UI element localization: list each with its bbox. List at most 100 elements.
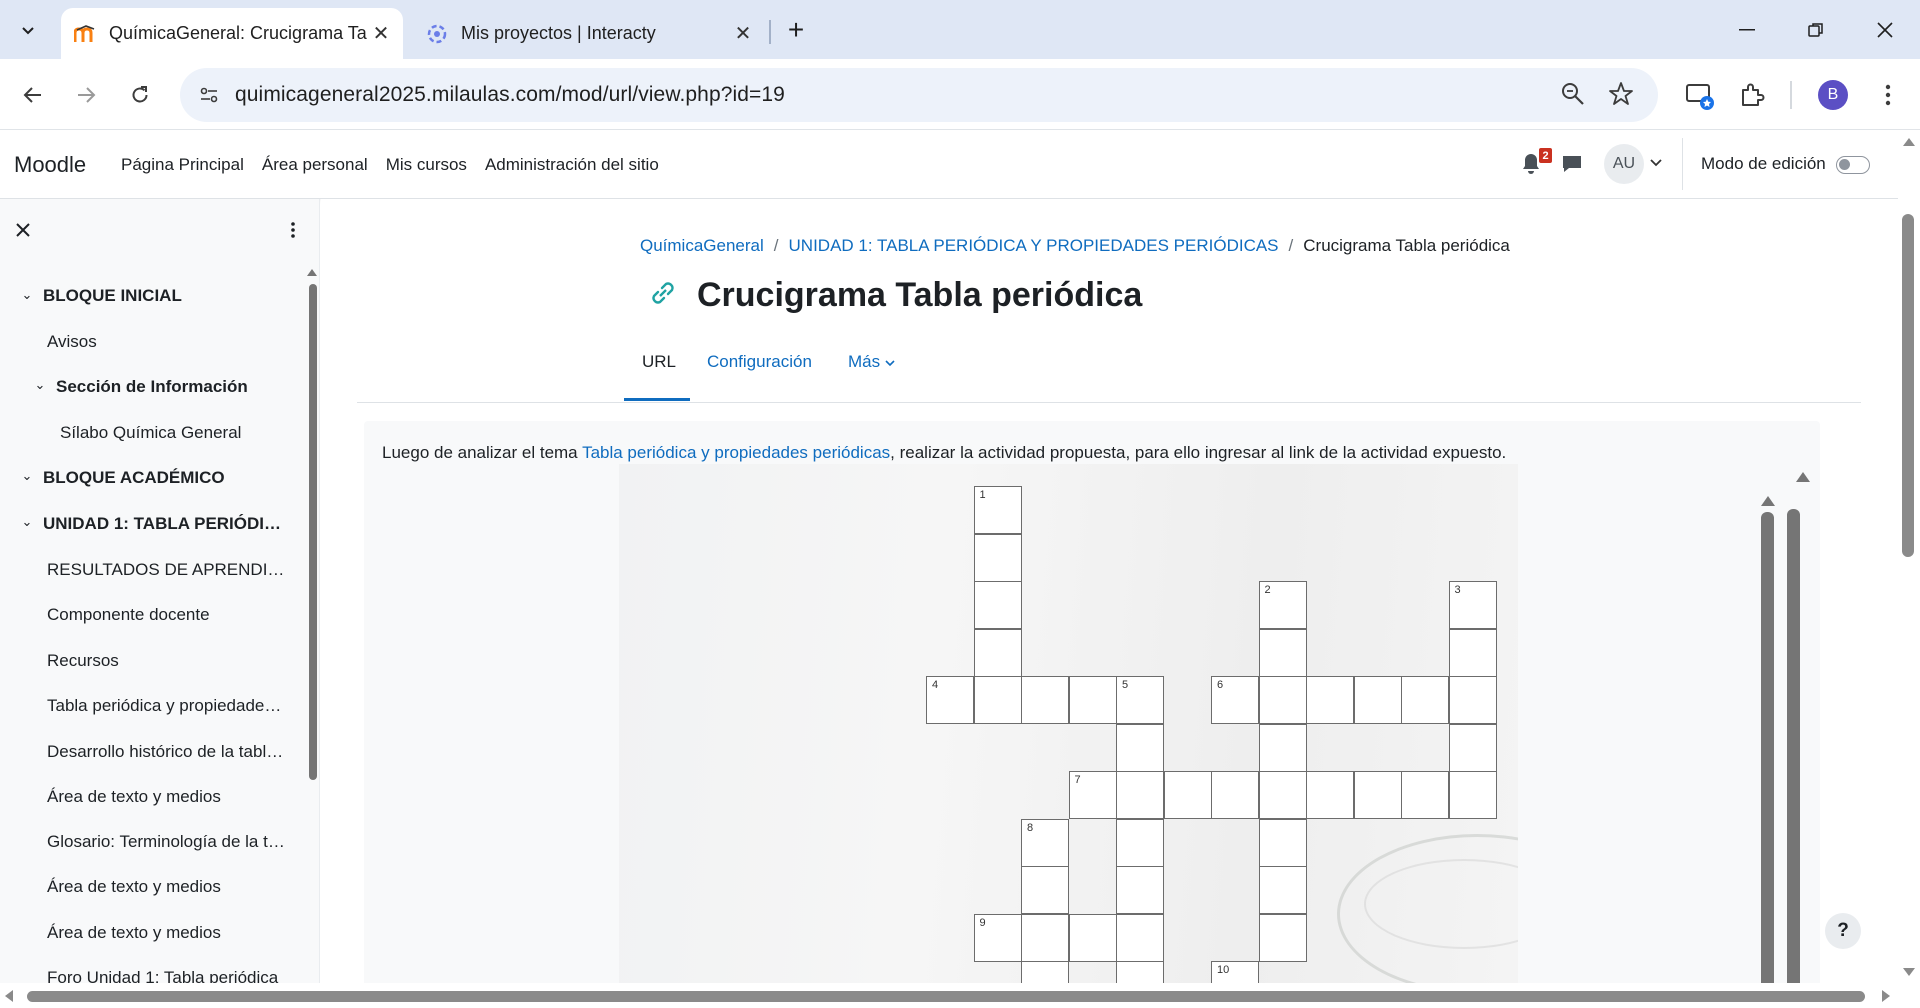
browser-tab[interactable]: Mis proyectos | Interacty ✕	[413, 8, 765, 59]
course-index-item[interactable]: Avisos	[47, 332, 297, 352]
crossword-cell[interactable]	[1021, 961, 1069, 983]
crossword-cell[interactable]	[1353, 676, 1402, 724]
course-index-item[interactable]: Área de texto y medios	[47, 923, 287, 943]
crossword-cell[interactable]	[1068, 913, 1117, 962]
crossword-cell[interactable]: 5	[1116, 676, 1164, 724]
crossword-cell[interactable]	[1021, 866, 1069, 914]
crossword-cell[interactable]	[1258, 818, 1307, 867]
subsection-expand-chevron-icon[interactable]: ⌄	[33, 377, 47, 393]
tab-mas[interactable]: Más	[848, 352, 895, 372]
course-index-options-icon[interactable]	[283, 219, 303, 241]
crossword-cell[interactable]	[1258, 723, 1307, 772]
course-index-item[interactable]: Componente docente	[47, 605, 287, 625]
edit-mode-toggle[interactable]	[1836, 156, 1870, 174]
horizontal-scrollbar-thumb[interactable]	[27, 991, 1865, 1002]
crossword-cell[interactable]	[1116, 913, 1164, 962]
breadcrumb-course-link[interactable]: QuímicaGeneral	[640, 236, 764, 255]
scroll-right-arrow-icon[interactable]	[1882, 990, 1890, 1002]
crossword-cell[interactable]	[1021, 676, 1069, 724]
crossword-cell[interactable]	[1401, 676, 1449, 724]
crossword-cell[interactable]	[1353, 771, 1402, 819]
user-avatar[interactable]: AU	[1604, 144, 1644, 184]
user-menu-chevron-icon[interactable]	[1650, 156, 1662, 170]
tab-url[interactable]: URL	[642, 352, 676, 372]
crossword-cell[interactable]: 2	[1258, 581, 1307, 629]
site-info-icon[interactable]	[196, 82, 222, 108]
crossword-cell[interactable]: 6	[1211, 676, 1259, 724]
tab-configuracion[interactable]: Configuración	[707, 352, 812, 372]
site-brand[interactable]: Moodle	[14, 152, 86, 178]
reload-icon[interactable]	[120, 75, 160, 115]
page-scrollbar-thumb[interactable]	[1902, 214, 1914, 557]
section-expand-chevron-icon[interactable]: ⌄	[20, 514, 34, 530]
crossword-cell[interactable]: 8	[1021, 818, 1069, 867]
crossword-cell[interactable]	[1258, 771, 1307, 819]
restore-icon[interactable]	[1793, 10, 1839, 50]
crossword-cell[interactable]	[1448, 723, 1497, 772]
crossword-cell[interactable]: 9	[973, 913, 1022, 962]
address-bar[interactable]: quimicageneral2025.milaulas.com/mod/url/…	[180, 68, 1658, 122]
crossword-cell[interactable]	[1116, 866, 1164, 914]
crossword-cell[interactable]	[1068, 676, 1117, 724]
crossword-cell[interactable]	[1116, 723, 1164, 772]
crossword-cell[interactable]	[973, 581, 1022, 629]
crossword-cell[interactable]: 10	[1211, 961, 1259, 983]
crossword-cell[interactable]: 4	[926, 676, 974, 724]
crossword-cell[interactable]	[1258, 676, 1307, 724]
course-index-section[interactable]: UNIDAD 1: TABLA PERIÓDICA Y PROPIEDADES …	[43, 514, 287, 534]
crossword-cell[interactable]	[1116, 961, 1164, 983]
browser-menu-kebab-icon[interactable]	[1870, 77, 1906, 113]
nav-link-home[interactable]: Página Principal	[121, 155, 244, 175]
course-index-item[interactable]: Sílabo Química General	[60, 423, 296, 443]
crossword-cell[interactable]	[1448, 771, 1497, 819]
new-tab-plus-icon[interactable]: +	[780, 14, 812, 46]
course-index-item[interactable]: Glosario: Terminología de la tabla perió…	[47, 832, 287, 852]
crossword-cell[interactable]	[1306, 771, 1354, 819]
crossword-cell[interactable]	[1211, 771, 1259, 819]
inner-frame-scroll-up-arrow-icon[interactable]	[1761, 496, 1775, 506]
extensions-puzzle-icon[interactable]	[1734, 77, 1770, 113]
zoom-icon[interactable]	[1560, 81, 1588, 109]
crossword-cell[interactable]	[1163, 771, 1212, 819]
intro-topic-link[interactable]: Tabla periódica y propiedades periódicas	[582, 443, 890, 462]
course-index-item[interactable]: Tabla periódica y propiedades periódicas	[47, 696, 287, 716]
course-index-item[interactable]: Recursos	[47, 651, 287, 671]
bookmark-star-icon[interactable]	[1608, 81, 1636, 109]
course-index-section[interactable]: BLOQUE INICIAL	[43, 286, 293, 306]
drawer-scroll-up-arrow-icon[interactable]	[307, 269, 317, 276]
crossword-cell[interactable]	[973, 533, 1022, 582]
section-expand-chevron-icon[interactable]: ⌄	[20, 468, 34, 484]
course-index-item[interactable]: Desarrollo histórico de la tabla periódi…	[47, 742, 287, 762]
scroll-left-arrow-icon[interactable]	[5, 990, 13, 1002]
close-tab-icon[interactable]: ✕	[729, 20, 757, 48]
crossword-cell[interactable]	[1021, 913, 1069, 962]
course-index-section[interactable]: BLOQUE ACADÉMICO	[43, 468, 293, 488]
tab-search-chevron-icon[interactable]	[10, 12, 46, 48]
scroll-up-arrow-icon[interactable]	[1903, 138, 1915, 146]
course-index-item[interactable]: RESULTADOS DE APRENDIZAJE	[47, 560, 287, 580]
crossword-cell[interactable]	[973, 676, 1022, 724]
nav-link-site-admin[interactable]: Administración del sitio	[485, 155, 659, 175]
section-expand-chevron-icon[interactable]: ⌄	[20, 287, 34, 303]
crossword-cell[interactable]: 3	[1448, 581, 1497, 629]
crossword-cell[interactable]	[1401, 771, 1449, 819]
crossword-cell[interactable]	[1448, 628, 1497, 677]
crossword-cell[interactable]	[1448, 676, 1497, 724]
crossword-cell[interactable]	[973, 628, 1022, 677]
close-tab-icon[interactable]: ✕	[367, 20, 395, 48]
course-index-subsection[interactable]: Sección de Información	[56, 377, 296, 397]
browser-tab-active[interactable]: QuímicaGeneral: Crucigrama Tabla periódi…	[61, 8, 403, 59]
cast-extension-icon[interactable]	[1682, 77, 1718, 113]
close-window-icon[interactable]	[1862, 10, 1908, 50]
crossword-cell[interactable]	[1116, 818, 1164, 867]
inner-frame-scrollbar-thumb[interactable]	[1761, 512, 1774, 983]
crossword-cell[interactable]	[1258, 866, 1307, 914]
frame-scrollbar-thumb[interactable]	[1787, 509, 1800, 983]
course-index-item[interactable]: Foro Unidad 1: Tabla periódica	[47, 968, 287, 983]
breadcrumb-section-link[interactable]: UNIDAD 1: TABLA PERIÓDICA Y PROPIEDADES …	[789, 236, 1279, 255]
messages-icon[interactable]	[1561, 154, 1583, 174]
nav-link-my-courses[interactable]: Mis cursos	[386, 155, 467, 175]
back-arrow-icon[interactable]	[13, 75, 53, 115]
course-index-item[interactable]: Área de texto y medios	[47, 877, 287, 897]
nav-link-dashboard[interactable]: Área personal	[262, 155, 368, 175]
